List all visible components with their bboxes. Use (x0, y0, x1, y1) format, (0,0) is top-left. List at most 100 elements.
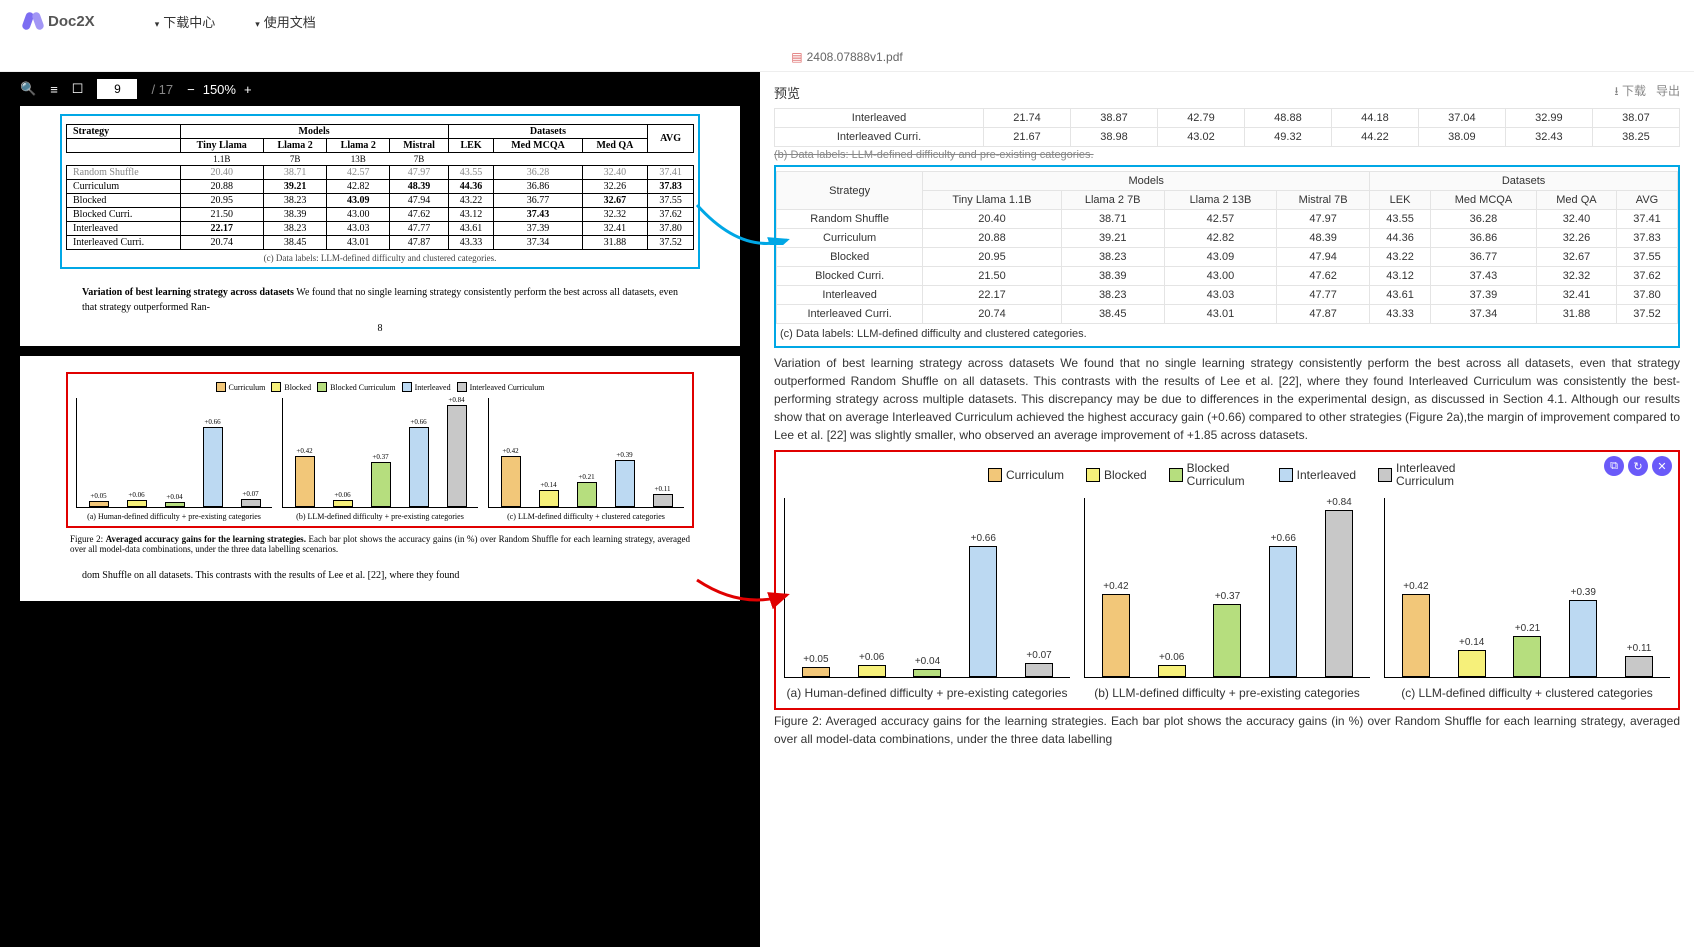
bar-chart: +0.42 +0.06 +0.37 +0.66 +0.84 (b) LLM-defined… (282, 398, 478, 522)
file-tab[interactable]: 2408.07888v1.pdf (807, 50, 903, 64)
table-highlight-blue: Strategy Models Datasets Tiny Llama 1.1B… (774, 165, 1680, 348)
bar: +0.05 (89, 501, 109, 507)
preview-pane: 预览 ⭳ 下载 导出 Interleaved21.7438.8742.7948.… (760, 72, 1694, 947)
table-highlight-blue: Strategy Models Datasets AVG Tiny Llama … (60, 114, 700, 269)
bookmark-icon[interactable]: ☐ (72, 81, 84, 97)
table-row: Interleaved Curri.20.7438.4543.0147.8743… (67, 236, 694, 250)
bar: +0.04 (913, 669, 941, 677)
bar: +0.21 (577, 482, 597, 507)
swatch-icon (1086, 468, 1100, 482)
bar-label: +0.39 (1571, 587, 1596, 598)
bar-label: +0.42 (296, 447, 312, 455)
brand-name: Doc2X (48, 13, 95, 30)
logo-icon (24, 12, 42, 30)
bar: +0.06 (127, 500, 147, 507)
bar-label: +0.66 (1271, 533, 1296, 544)
table-row: Curriculum20.8839.2142.8248.3944.3636.86… (777, 229, 1678, 248)
bar: +0.42 (1102, 594, 1130, 678)
outline-icon[interactable]: ≡ (50, 82, 58, 97)
brand-logo[interactable]: Doc2X (24, 12, 95, 30)
bar-label: +0.66 (410, 418, 426, 426)
bar: +0.84 (1325, 510, 1353, 677)
bar-label: +0.42 (1103, 581, 1128, 592)
bar: +0.37 (1213, 604, 1241, 678)
col-datasets: Datasets (1370, 172, 1678, 191)
bar: +0.66 (969, 546, 997, 677)
bar-label: +0.37 (372, 453, 388, 461)
subplot-caption: (a) Human-defined difficulty + pre-exist… (784, 686, 1070, 702)
bar-label: +0.66 (204, 418, 220, 426)
figure-highlight-red: ⧉ ↻ ✕ Curriculum Blocked Blocked Curricu… (774, 450, 1680, 710)
bar-label: +0.66 (971, 533, 996, 544)
bar: +0.06 (333, 500, 353, 507)
bar: +0.37 (371, 462, 391, 507)
bar: +0.39 (1569, 600, 1597, 678)
bar: +0.14 (1458, 650, 1486, 678)
nav-download[interactable]: ▾下载中心 (155, 12, 216, 31)
bar: +0.05 (802, 667, 830, 677)
bar-chart: +0.05+0.06+0.04+0.66+0.07(a) Human-defin… (76, 398, 272, 522)
bar-label: +0.39 (616, 451, 632, 459)
close-button[interactable]: ✕ (1652, 456, 1672, 476)
table-row: Interleaved21.7438.8742.7948.8844.1837.0… (775, 109, 1680, 128)
refresh-button[interactable]: ↻ (1628, 456, 1648, 476)
bar: +0.84 (447, 405, 467, 507)
table-caption-struck: (b) Data labels: LLM-defined difficulty … (774, 149, 1680, 161)
table-caption: (c) Data labels: LLM-defined difficulty … (776, 326, 1678, 342)
col-avg: AVG (648, 125, 694, 153)
preview-header: 预览 ⭳ 下载 导出 (774, 80, 1680, 104)
swatch-icon (216, 382, 226, 392)
export-button[interactable]: 导出 (1656, 82, 1680, 103)
bar: +0.07 (241, 499, 261, 507)
zoom-out-button[interactable]: − (187, 82, 195, 97)
table-row: Random Shuffle20.4038.7142.5747.9743.553… (777, 210, 1678, 229)
bar-label: +0.21 (1515, 623, 1540, 634)
swatch-icon (1279, 468, 1293, 482)
caret-icon: ▾ (255, 19, 260, 29)
page-input[interactable] (97, 79, 137, 99)
subplot-caption: (b) LLM-defined difficulty + pre-existin… (296, 512, 464, 522)
bar: +0.06 (858, 665, 886, 677)
preview-label: 预览 (774, 83, 800, 102)
figure-caption: Figure 2: Averaged accuracy gains for th… (774, 712, 1680, 748)
app-header: Doc2X ▾下载中心 ▾使用文档 (0, 0, 1694, 42)
file-tabbar: ▤ 2408.07888v1.pdf (0, 42, 1694, 72)
bar-label: +0.06 (334, 491, 350, 499)
bar: +0.42 (1402, 594, 1430, 678)
preview-table: Strategy Models Datasets Tiny Llama 1.1B… (776, 171, 1678, 324)
bar-label: +0.42 (1403, 581, 1428, 592)
bar-label: +0.06 (128, 491, 144, 499)
table-row: Blocked Curri.21.5038.3943.0047.6243.123… (67, 208, 694, 222)
preview-table-prev: Interleaved21.7438.8742.7948.8844.1837.0… (774, 108, 1680, 147)
table-row: Interleaved22.1738.2343.0347.7743.6137.3… (777, 286, 1678, 305)
header-nav: ▾下载中心 ▾使用文档 (155, 12, 316, 31)
pdf-toolbar: 🔍 ≡ ☐ / 17 − 150% + (20, 72, 740, 106)
chart-row: +0.05+0.06+0.04+0.66+0.07(a) Human-defin… (784, 498, 1670, 702)
page-number: 8 (60, 323, 700, 334)
chart-row: +0.05+0.06+0.04+0.66+0.07(a) Human-defin… (76, 398, 684, 522)
bar: +0.04 (165, 502, 185, 507)
bar-label: +0.07 (242, 490, 258, 498)
body-text: Variation of best learning strategy acro… (82, 285, 678, 315)
bar: +0.11 (653, 494, 673, 507)
copy-button[interactable]: ⧉ (1604, 456, 1624, 476)
zoom-in-button[interactable]: + (244, 82, 252, 97)
bar-label: +0.21 (578, 473, 594, 481)
bar: +0.39 (615, 460, 635, 507)
nav-docs[interactable]: ▾使用文档 (255, 12, 316, 31)
download-button[interactable]: ⭳ 下载 (1614, 82, 1646, 103)
figure-highlight-red: Curriculum Blocked Blocked Curriculum In… (66, 372, 694, 528)
bar: +0.42 (295, 456, 315, 507)
zoom-level: 150% (203, 82, 236, 97)
bar-label: +0.04 (915, 656, 940, 667)
swatch-icon (402, 382, 412, 392)
bar-label: +0.84 (1326, 497, 1351, 508)
chart-legend: Curriculum Blocked Blocked Curriculum In… (784, 462, 1670, 488)
bar-label: +0.42 (502, 447, 518, 455)
page-total: / 17 (151, 82, 173, 97)
subplot-caption: (c) LLM-defined difficulty + clustered c… (1384, 686, 1670, 702)
body-text: Variation of best learning strategy acro… (774, 354, 1680, 444)
subplot-caption: (c) LLM-defined difficulty + clustered c… (507, 512, 665, 522)
search-icon[interactable]: 🔍 (20, 81, 36, 97)
figure-toolbar: ⧉ ↻ ✕ (1604, 456, 1672, 476)
